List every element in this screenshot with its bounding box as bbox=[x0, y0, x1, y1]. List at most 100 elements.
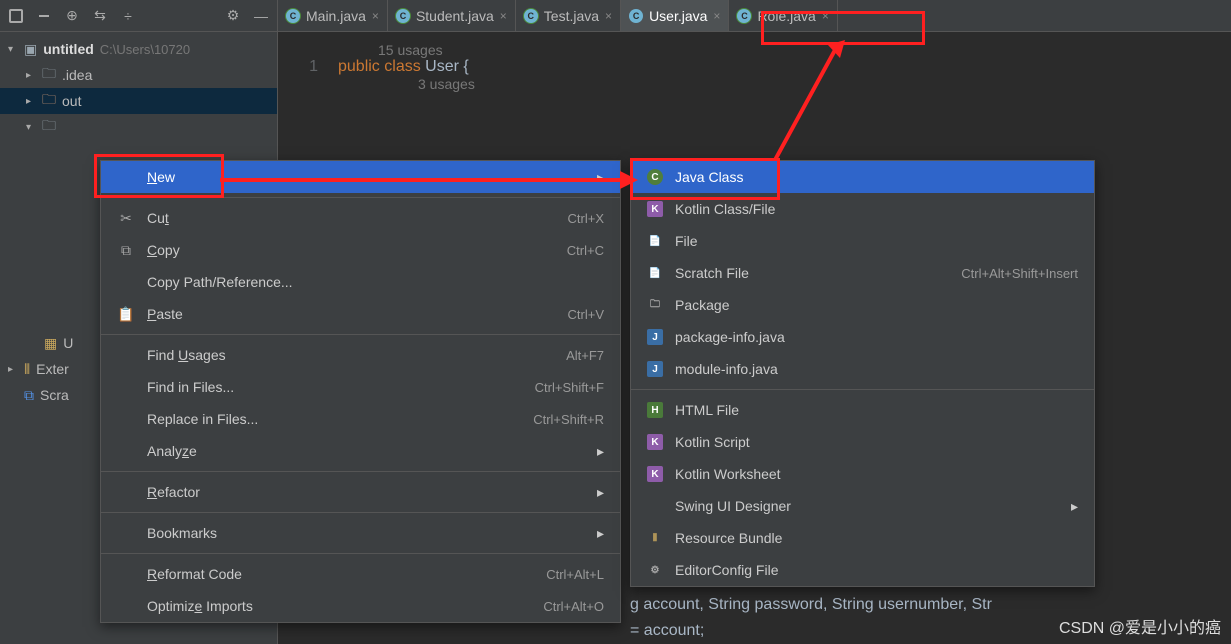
tree-folder[interactable]: ▾ 🗀 bbox=[0, 114, 277, 140]
menu-editorconfig[interactable]: ⚙ EditorConfig File bbox=[631, 554, 1094, 586]
menu-new[interactable]: New ▸ bbox=[101, 161, 620, 193]
context-menu-new: C Java Class K Kotlin Class/File 📄 File … bbox=[630, 160, 1095, 587]
watermark: CSDN @爱是小小的癌 bbox=[1059, 614, 1221, 638]
menu-separator bbox=[101, 334, 620, 335]
tree-label: out bbox=[62, 93, 81, 109]
close-icon[interactable]: × bbox=[713, 9, 720, 23]
tab-label: Main.java bbox=[306, 8, 366, 24]
menu-refactor[interactable]: Refactor ▸ bbox=[101, 476, 620, 508]
menu-findfiles[interactable]: Find in Files... Ctrl+Shift+F bbox=[101, 371, 620, 403]
java-class-icon: C bbox=[647, 169, 663, 185]
arrows-icon[interactable]: ⇆ bbox=[92, 8, 108, 24]
menu-separator bbox=[101, 197, 620, 198]
chevron-right-icon: ▸ bbox=[26, 96, 36, 107]
close-icon[interactable]: × bbox=[500, 9, 507, 23]
scratch-icon: ⧉ bbox=[24, 387, 34, 404]
menu-kotlin-script[interactable]: K Kotlin Script bbox=[631, 426, 1094, 458]
close-icon[interactable]: × bbox=[822, 9, 829, 23]
menu-scratch-file[interactable]: 📄 Scratch File Ctrl+Alt+Shift+Insert bbox=[631, 257, 1094, 289]
menu-reformat[interactable]: Reformat Code Ctrl+Alt+L bbox=[101, 558, 620, 590]
target-icon[interactable]: ⊕ bbox=[64, 8, 80, 24]
tree-out-folder[interactable]: ▸ 🗀 out bbox=[0, 88, 277, 114]
chevron-right-icon: ▸ bbox=[597, 525, 604, 542]
menu-file[interactable]: 📄 File bbox=[631, 225, 1094, 257]
menu-optimize[interactable]: Optimize Imports Ctrl+Alt+O bbox=[101, 590, 620, 622]
tree-root[interactable]: ▾ ▣ untitled C:\Users\10720 bbox=[0, 36, 277, 62]
usages-hint[interactable]: 3 usages bbox=[278, 76, 1231, 92]
menu-swing-designer[interactable]: Swing UI Designer ▸ bbox=[631, 490, 1094, 522]
package-icon: 🗀 bbox=[647, 297, 663, 313]
tab-label: Test.java bbox=[544, 8, 599, 24]
tree-label: Scra bbox=[40, 387, 69, 403]
menu-replacefiles[interactable]: Replace in Files... Ctrl+Shift+R bbox=[101, 403, 620, 435]
menu-package[interactable]: 🗀 Package bbox=[631, 289, 1094, 321]
java-class-icon: C bbox=[524, 9, 538, 23]
folder-icon: 🗀 bbox=[42, 115, 56, 139]
menu-copypath[interactable]: Copy Path/Reference... bbox=[101, 266, 620, 298]
menu-findusages[interactable]: Find Usages Alt+F7 bbox=[101, 339, 620, 371]
tab-user[interactable]: C User.java × bbox=[621, 0, 729, 31]
menu-separator bbox=[101, 512, 620, 513]
hide-icon[interactable]: — bbox=[253, 8, 269, 24]
kotlin-icon: K bbox=[647, 201, 663, 217]
tree-path: C:\Users\10720 bbox=[100, 42, 190, 57]
menu-bookmarks[interactable]: Bookmarks ▸ bbox=[101, 517, 620, 549]
divide-icon[interactable]: ÷ bbox=[120, 8, 136, 24]
gear-icon: ⚙ bbox=[647, 562, 663, 578]
java-class-icon: C bbox=[286, 9, 300, 23]
close-icon[interactable]: × bbox=[605, 9, 612, 23]
menu-analyze[interactable]: Analyze ▸ bbox=[101, 435, 620, 467]
tab-label: User.java bbox=[649, 8, 707, 24]
menu-cut[interactable]: ✂ Cut Ctrl+X bbox=[101, 202, 620, 234]
menu-separator bbox=[101, 471, 620, 472]
menu-module-info[interactable]: J module-info.java bbox=[631, 353, 1094, 385]
copy-icon: ⧉ bbox=[117, 242, 135, 259]
java-class-icon: C bbox=[629, 9, 643, 23]
chevron-down-icon: ▾ bbox=[8, 44, 18, 55]
tab-label: Student.java bbox=[416, 8, 494, 24]
chevron-right-icon: ▸ bbox=[597, 443, 604, 460]
editor-bottom-visible: g account, String password, String usern… bbox=[630, 592, 992, 644]
menu-java-class[interactable]: C Java Class bbox=[631, 161, 1094, 193]
menu-kotlin-class[interactable]: K Kotlin Class/File bbox=[631, 193, 1094, 225]
file-icon: ▦ bbox=[44, 335, 57, 352]
tab-main[interactable]: C Main.java × bbox=[278, 0, 388, 31]
context-menu-main: New ▸ ✂ Cut Ctrl+X ⧉ Copy Ctrl+C Copy Pa… bbox=[100, 160, 621, 623]
usages-hint[interactable]: 15 usages bbox=[278, 42, 1231, 58]
libs-icon: ⦀ bbox=[24, 361, 30, 378]
chevron-right-icon: ▸ bbox=[1071, 498, 1078, 515]
chevron-right-icon: ▸ bbox=[597, 484, 604, 501]
chevron-right-icon: ▸ bbox=[8, 364, 18, 375]
java-file-icon: J bbox=[647, 361, 663, 377]
java-class-icon: C bbox=[737, 9, 751, 23]
tree-label: Exter bbox=[36, 361, 69, 377]
menu-paste[interactable]: 📋 Paste Ctrl+V bbox=[101, 298, 620, 330]
menu-resource-bundle[interactable]: ⦀ Resource Bundle bbox=[631, 522, 1094, 554]
menu-separator bbox=[101, 553, 620, 554]
paste-icon: 📋 bbox=[117, 306, 135, 323]
chevron-down-icon: ▾ bbox=[26, 122, 36, 133]
menu-html-file[interactable]: H HTML File bbox=[631, 394, 1094, 426]
gear-icon[interactable]: ⚙ bbox=[225, 8, 241, 24]
chevron-right-icon: ▸ bbox=[597, 169, 604, 186]
minus-icon[interactable] bbox=[36, 8, 52, 24]
tree-idea-folder[interactable]: ▸ 🗀 .idea bbox=[0, 62, 277, 88]
code-editor[interactable]: 15 usages 1 public class User { 3 usages bbox=[278, 32, 1231, 102]
tab-student[interactable]: C Student.java × bbox=[388, 0, 516, 31]
menu-kotlin-worksheet[interactable]: K Kotlin Worksheet bbox=[631, 458, 1094, 490]
code-line: g account, String password, String usern… bbox=[630, 592, 992, 618]
tab-test[interactable]: C Test.java × bbox=[516, 0, 621, 31]
close-icon[interactable]: × bbox=[372, 9, 379, 23]
tree-label: untitled bbox=[43, 41, 94, 57]
tab-label: Role.java bbox=[757, 8, 815, 24]
project-dropdown-icon[interactable] bbox=[8, 8, 24, 24]
kotlin-icon: K bbox=[647, 434, 663, 450]
tab-role[interactable]: C Role.java × bbox=[729, 0, 837, 31]
blank-icon bbox=[647, 498, 663, 514]
code-line: = account; bbox=[630, 618, 992, 644]
chevron-right-icon: ▸ bbox=[26, 70, 36, 81]
menu-package-info[interactable]: J package-info.java bbox=[631, 321, 1094, 353]
java-class-icon: C bbox=[396, 9, 410, 23]
cut-icon: ✂ bbox=[117, 210, 135, 227]
menu-copy[interactable]: ⧉ Copy Ctrl+C bbox=[101, 234, 620, 266]
